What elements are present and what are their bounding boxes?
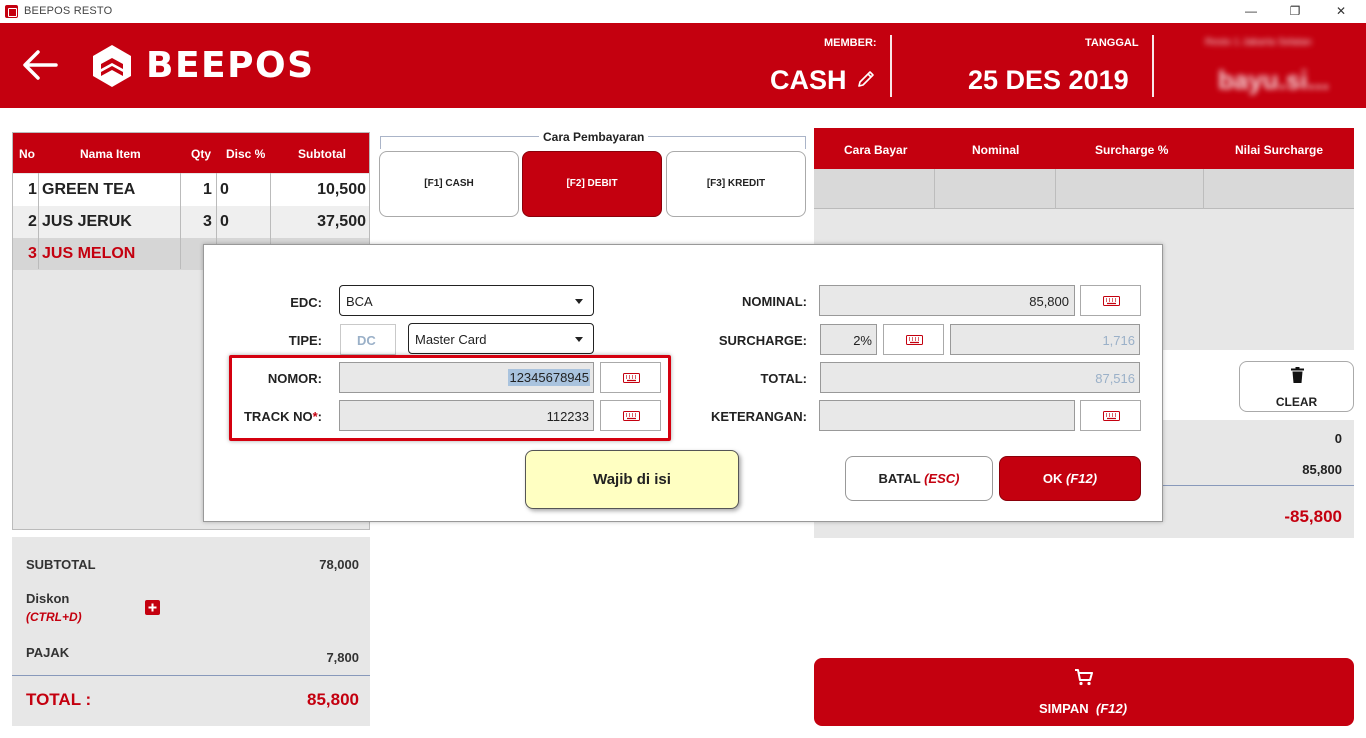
cash-button[interactable]: [F1] CASH bbox=[379, 151, 519, 217]
payment-method-group: Cara Pembayaran [F1] CASH [F2] DEBIT [F3… bbox=[379, 130, 807, 220]
col-header-qty: Qty bbox=[191, 147, 212, 161]
member-label: MEMBER: bbox=[824, 37, 877, 49]
surcharge-label: SURCHARGE: bbox=[718, 333, 807, 348]
bill-amount: 85,800 bbox=[1302, 462, 1342, 477]
diskon-shortcut: (CTRL+D) bbox=[26, 610, 82, 624]
minimize-button[interactable]: — bbox=[1228, 0, 1274, 23]
simpan-button[interactable]: SIMPAN (F12) bbox=[814, 658, 1354, 726]
chevron-down-icon bbox=[575, 337, 583, 342]
required-tooltip: Wajib di isi bbox=[525, 450, 739, 509]
col-header-nominal: Nominal bbox=[972, 143, 1020, 157]
header-divider bbox=[1152, 35, 1154, 97]
column-divider bbox=[38, 173, 39, 269]
app-header: BEEPOS MEMBER: CASH TANGGAL 25 DES 2019 … bbox=[0, 23, 1366, 108]
col-header-surcharge-pct: Surcharge % bbox=[1095, 143, 1169, 157]
col-header-nilai-surcharge: Nilai Surcharge bbox=[1235, 143, 1324, 157]
summary-divider bbox=[1162, 485, 1354, 486]
keterangan-input[interactable] bbox=[819, 400, 1075, 431]
keyboard-icon bbox=[906, 335, 923, 345]
tipe-label: TIPE: bbox=[288, 333, 322, 348]
table-header: Cara Bayar Nominal Surcharge % Nilai Sur… bbox=[814, 128, 1354, 169]
chevron-down-icon bbox=[575, 299, 583, 304]
col-header-cara-bayar: Cara Bayar bbox=[844, 143, 908, 157]
add-discount-icon[interactable] bbox=[145, 600, 160, 615]
keyboard-icon bbox=[1103, 296, 1120, 306]
tipe-code-field: DC bbox=[340, 324, 396, 355]
keyboard-icon bbox=[1103, 411, 1120, 421]
surcharge-value-field: 1,716 bbox=[950, 324, 1140, 355]
total-value: 85,800 bbox=[307, 690, 359, 709]
col-header-subtotal: Subtotal bbox=[298, 147, 346, 161]
header-divider bbox=[890, 35, 892, 97]
col-header-no: No bbox=[19, 147, 35, 161]
paid-amount: 0 bbox=[1334, 431, 1342, 446]
cart-icon bbox=[1075, 669, 1093, 686]
diskon-label: Diskon bbox=[26, 591, 70, 606]
restore-button[interactable]: ❐ bbox=[1272, 0, 1318, 23]
keterangan-keyboard-button[interactable] bbox=[1080, 400, 1141, 431]
clear-label: CLEAR bbox=[1275, 395, 1318, 409]
date-label: TANGGAL bbox=[1085, 37, 1139, 49]
close-window-button[interactable]: ✕ bbox=[1318, 0, 1364, 23]
required-fields-highlight bbox=[229, 355, 671, 441]
subtotal-value: 78,000 bbox=[319, 557, 359, 572]
total-label: TOTAL : bbox=[26, 690, 92, 709]
date-value: 25 DES 2019 bbox=[968, 65, 1129, 95]
tipe-select[interactable]: Master Card bbox=[408, 323, 594, 354]
window-titlebar: BEEPOS RESTO — ❐ ✕ bbox=[0, 0, 1366, 23]
total-label: TOTAL: bbox=[760, 371, 807, 386]
payment-method-title: Cara Pembayaran bbox=[539, 130, 649, 144]
nominal-keyboard-button[interactable] bbox=[1080, 285, 1141, 316]
nominal-label: NOMINAL: bbox=[742, 294, 807, 309]
total-field: 87,516 bbox=[820, 362, 1140, 393]
table-row[interactable]: 1 GREEN TEA 1 0 10,500 bbox=[13, 174, 369, 206]
edit-member-icon[interactable] bbox=[856, 69, 876, 89]
member-value: CASH bbox=[770, 65, 847, 95]
trash-icon bbox=[1291, 367, 1304, 383]
subtotal-label: SUBTOTAL bbox=[26, 557, 96, 572]
window-title: BEEPOS RESTO bbox=[24, 5, 113, 17]
app-logo-icon bbox=[5, 5, 18, 18]
col-header-item: Nama Item bbox=[80, 147, 141, 161]
table-header: No Nama Item Qty Disc % Subtotal bbox=[13, 133, 369, 173]
edc-label: EDC: bbox=[290, 295, 322, 310]
balance-amount: -85,800 bbox=[1284, 507, 1342, 526]
clear-button[interactable]: CLEAR bbox=[1239, 361, 1354, 412]
ok-button[interactable]: OK (F12) bbox=[999, 456, 1141, 501]
column-divider bbox=[180, 173, 181, 269]
user-name[interactable]: bayu.si... bbox=[1218, 65, 1329, 96]
pajak-label: PAJAK bbox=[26, 645, 70, 660]
edc-select[interactable]: BCA bbox=[339, 285, 594, 316]
back-arrow-icon[interactable] bbox=[22, 49, 58, 81]
col-header-disc: Disc % bbox=[226, 147, 266, 161]
surcharge-pct-input[interactable]: 2% bbox=[820, 324, 877, 355]
beepos-logo-icon bbox=[93, 45, 131, 87]
simpan-shortcut: (F12) bbox=[1096, 701, 1128, 716]
nominal-input[interactable]: 85,800 bbox=[819, 285, 1075, 316]
logo-text: BEEPOS bbox=[146, 45, 315, 86]
keterangan-label: KETERANGAN: bbox=[710, 409, 807, 424]
debit-button[interactable]: [F2] DEBIT bbox=[522, 151, 662, 217]
surcharge-keyboard-button[interactable] bbox=[883, 324, 944, 355]
kredit-button[interactable]: [F3] KREDIT bbox=[666, 151, 806, 217]
table-row[interactable]: 2 JUS JERUK 3 0 37,500 bbox=[13, 206, 369, 238]
table-row[interactable] bbox=[814, 169, 1354, 209]
simpan-label: SIMPAN bbox=[1039, 701, 1089, 716]
batal-button[interactable]: BATAL (ESC) bbox=[845, 456, 993, 501]
pajak-value: 7,800 bbox=[326, 650, 359, 665]
order-summary: SUBTOTAL 78,000 Diskon (CTRL+D) PAJAK 7,… bbox=[12, 537, 370, 726]
summary-divider bbox=[12, 675, 370, 676]
outlet-name: Resto 1 Jakarta Selatan bbox=[1205, 37, 1312, 48]
